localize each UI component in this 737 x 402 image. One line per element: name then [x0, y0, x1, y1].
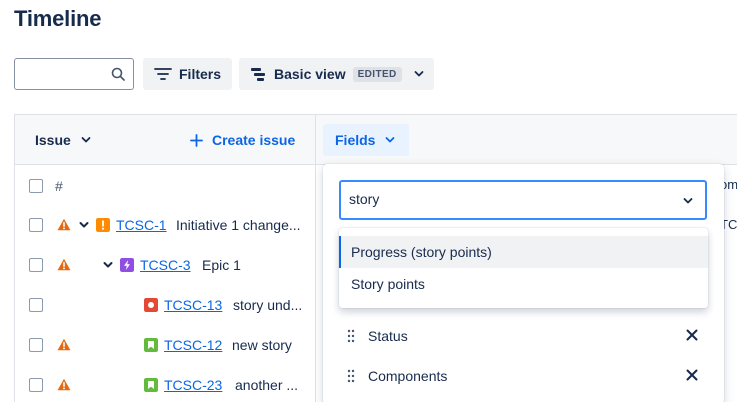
view-settings-button[interactable]: Basic view EDITED: [239, 58, 434, 90]
fields-search-input[interactable]: [349, 191, 669, 207]
initiative-icon: [96, 218, 110, 232]
table-row[interactable]: TCSC-23 another ...: [15, 365, 315, 402]
field-label: Components: [368, 368, 448, 384]
table-row[interactable]: TCSC-13 story und...: [15, 285, 315, 325]
fields-button[interactable]: Fields: [323, 124, 409, 156]
filters-label: Filters: [179, 66, 222, 82]
warning-icon: [57, 378, 71, 391]
page-title: Timeline: [14, 6, 102, 31]
drag-handle-icon[interactable]: [346, 329, 356, 343]
fields-label: Fields: [335, 132, 376, 148]
field-item-components[interactable]: Components: [340, 364, 710, 388]
drag-handle-icon[interactable]: [346, 369, 356, 383]
table-row[interactable]: TCSC-12 new story: [15, 325, 315, 365]
issue-column-header[interactable]: Issue: [35, 132, 91, 148]
view-label: Basic view: [274, 66, 346, 82]
option-story-points[interactable]: Story points: [339, 268, 708, 300]
warning-icon: [57, 218, 71, 231]
close-icon[interactable]: [686, 329, 698, 341]
chevron-down-icon: [81, 137, 91, 143]
hash-column-header: #: [55, 178, 63, 194]
chevron-down-icon: [414, 71, 424, 77]
filters-button[interactable]: Filters: [143, 58, 232, 90]
edited-badge: EDITED: [352, 66, 402, 82]
select-all-checkbox[interactable]: [29, 179, 43, 193]
column-header-row: #: [15, 165, 315, 205]
issue-summary[interactable]: Epic 1: [202, 257, 241, 273]
row-checkbox[interactable]: [29, 258, 43, 272]
row-checkbox[interactable]: [29, 378, 43, 392]
chevron-down-icon: [386, 137, 395, 143]
chevron-down-icon[interactable]: [683, 196, 693, 206]
issue-summary[interactable]: story und...: [233, 297, 302, 313]
chevron-down-icon[interactable]: [103, 260, 113, 270]
story-icon: [144, 338, 158, 352]
grid-header: Issue Create issue Fields: [15, 115, 737, 165]
option-progress-story-points[interactable]: Progress (story points): [339, 236, 708, 268]
issue-key-link[interactable]: TCSC-13: [164, 297, 222, 313]
search-box[interactable]: [14, 58, 134, 90]
issue-key-link[interactable]: TCSC-12: [164, 337, 222, 353]
epic-icon: [120, 258, 134, 272]
issue-key-link[interactable]: TCSC-3: [140, 257, 191, 273]
search-input[interactable]: [21, 59, 111, 87]
close-icon[interactable]: [686, 369, 698, 381]
fields-suggestion-dropdown: Progress (story points) Story points: [339, 228, 708, 308]
field-item-status[interactable]: Status: [340, 324, 710, 348]
issue-summary[interactable]: new story: [232, 337, 292, 353]
table-row[interactable]: TCSC-3 Epic 1: [15, 245, 315, 285]
bug-icon: [144, 298, 158, 312]
warning-icon: [57, 258, 71, 271]
table-row[interactable]: TCSC-1 Initiative 1 change...: [15, 205, 315, 245]
story-icon: [144, 378, 158, 392]
chevron-down-icon[interactable]: [79, 220, 89, 230]
issue-key-link[interactable]: TCSC-1: [116, 217, 167, 233]
row-checkbox[interactable]: [29, 338, 43, 352]
search-icon: [111, 67, 125, 81]
row-checkbox[interactable]: [29, 218, 43, 232]
timeline-view-icon: [251, 68, 265, 81]
filter-icon: [154, 68, 172, 80]
issue-header-label: Issue: [35, 132, 71, 148]
warning-icon: [57, 338, 71, 351]
create-issue-label: Create issue: [212, 132, 296, 148]
issue-summary[interactable]: another ...: [235, 377, 298, 393]
plus-icon: [190, 133, 203, 147]
row-checkbox[interactable]: [29, 298, 43, 312]
create-issue-button[interactable]: Create issue: [190, 132, 295, 148]
fields-search-box[interactable]: [339, 180, 707, 220]
field-label: Status: [368, 328, 408, 344]
issue-summary[interactable]: Initiative 1 change...: [176, 217, 301, 233]
issue-key-link[interactable]: TCSC-23: [164, 377, 222, 393]
toolbar: Filters Basic view EDITED: [14, 58, 734, 90]
column-divider[interactable]: [315, 115, 316, 402]
